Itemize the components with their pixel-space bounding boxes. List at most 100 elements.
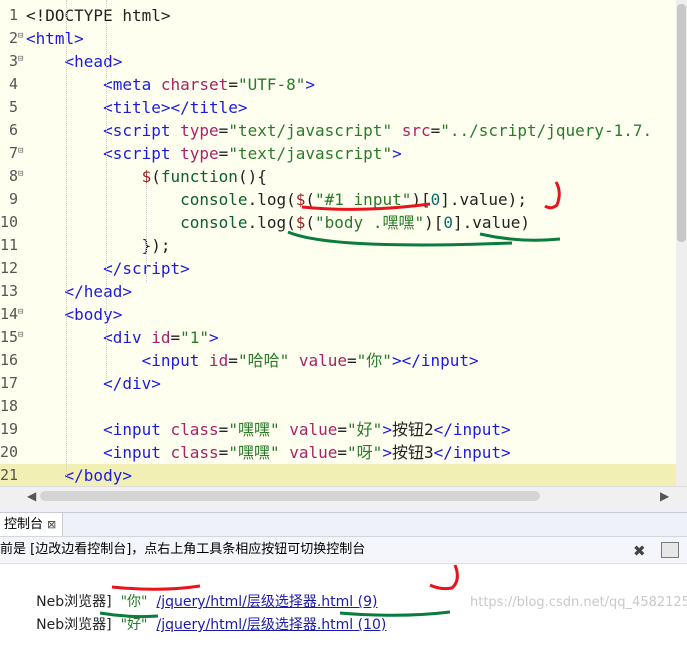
code-line[interactable]: 19 <input class="嘿嘿" value="好">按钮2</inpu…: [0, 418, 676, 441]
code-text: console.log($("body .嘿嘿")[0].value): [180, 213, 531, 232]
code-text: <html>: [26, 29, 84, 48]
code-line[interactable]: 2 ⊟ <html>: [0, 27, 676, 50]
horizontal-scrollbar[interactable]: ◀ ▶: [0, 486, 687, 505]
code-text: <head>: [64, 52, 123, 71]
fold-toggle-icon: [18, 262, 26, 270]
vertical-scrollbar[interactable]: [676, 0, 687, 486]
line-number: 13: [0, 282, 19, 300]
console-info-text: 前是 [边改边看控制台]，点右上角工具条相应按钮可切换控制台: [0, 542, 366, 557]
output-source: Neb浏览器]: [36, 617, 112, 633]
console-info-bar: 前是 [边改边看控制台]，点右上角工具条相应按钮可切换控制台: [0, 537, 687, 564]
code-text: </head>: [64, 282, 132, 301]
line-number: 18: [0, 397, 19, 415]
scroll-right-icon[interactable]: ▶: [660, 489, 669, 503]
fold-toggle-icon: [18, 239, 26, 247]
fold-toggle-icon: [18, 101, 26, 109]
line-number: 10: [0, 213, 19, 231]
code-text: });: [141, 236, 171, 255]
fold-toggle-icon[interactable]: ⊟: [18, 170, 26, 179]
fold-toggle-icon: [18, 216, 26, 224]
code-line[interactable]: 4 <meta charset="UTF-8">: [0, 73, 676, 96]
fold-toggle-icon: [18, 400, 26, 408]
code-line[interactable]: 8 ⊟ $(function(){: [0, 165, 676, 188]
code-line[interactable]: 14 ⊟ <body>: [0, 303, 676, 326]
line-number: 3: [8, 52, 18, 70]
fold-toggle-icon: [18, 354, 26, 362]
fold-toggle-icon: [18, 469, 26, 477]
line-number: 6: [8, 121, 18, 139]
code-line[interactable]: 7 ⊟ <script type="text/javascript">: [0, 142, 676, 165]
code-editor[interactable]: 1 <!DOCTYPE html> 2 ⊟ <html> 3 ⊟ <head> 4 <meta…: [0, 0, 676, 486]
code-text: console.log($("#1 input")[0].value);: [180, 190, 527, 209]
switch-console-icon[interactable]: [661, 542, 679, 558]
watermark: https://blog.csdn.net/qq_45821251: [470, 595, 687, 610]
code-line[interactable]: 13 </head>: [0, 280, 676, 303]
code-line[interactable]: 1 <!DOCTYPE html>: [0, 4, 676, 27]
code-line[interactable]: 16 <input id="哈哈" value="你"></input>: [0, 349, 676, 372]
fold-toggle-icon: [18, 9, 26, 17]
vertical-scroll-thumb[interactable]: [677, 4, 686, 242]
code-text: <body>: [64, 305, 123, 324]
code-text: </div>: [103, 374, 161, 393]
fold-toggle-icon: [18, 446, 26, 454]
horizontal-scroll-thumb[interactable]: [40, 491, 540, 501]
fold-toggle-icon: [18, 78, 26, 86]
code-line[interactable]: 11 });: [0, 234, 676, 257]
code-line[interactable]: 5 <title></title>: [0, 96, 676, 119]
line-number: 21: [0, 466, 19, 484]
line-number: 11: [0, 236, 19, 254]
line-number: 20: [0, 443, 19, 461]
fold-toggle-icon[interactable]: ⊟: [18, 308, 26, 317]
fold-toggle-icon: [18, 377, 26, 385]
console-tabbar: 控制台 ⊠: [0, 513, 687, 537]
line-number: 16: [0, 351, 19, 369]
line-number: 2: [8, 29, 18, 47]
line-number: 14: [0, 305, 19, 323]
code-text: <!DOCTYPE html>: [26, 6, 171, 25]
code-text: <script type="text/javascript" src="../s…: [103, 121, 653, 140]
line-number: 12: [0, 259, 19, 277]
code-line[interactable]: 15 ⊟ <div id="1">: [0, 326, 676, 349]
code-text: </script>: [103, 259, 190, 278]
clear-console-icon[interactable]: ✖: [633, 542, 646, 560]
code-text: <title></title>: [103, 98, 248, 117]
line-number: 9: [8, 190, 18, 208]
output-source-link[interactable]: /jquery/html/层级选择器.html (10): [157, 617, 387, 633]
code-line[interactable]: 17 </div>: [0, 372, 676, 395]
code-text: <div id="1">: [103, 328, 219, 347]
line-number: 17: [0, 374, 19, 392]
code-line[interactable]: 12 </script>: [0, 257, 676, 280]
code-text: <input id="哈哈" value="你"></input>: [141, 351, 479, 370]
code-text: </body>: [64, 466, 132, 485]
fold-toggle-icon[interactable]: ⊟: [18, 55, 26, 64]
code-line[interactable]: 20 <input class="嘿嘿" value="呀">按钮3</inpu…: [0, 441, 676, 464]
code-line[interactable]: 3 ⊟ <head>: [0, 50, 676, 73]
fold-toggle-icon: [18, 124, 26, 132]
output-value: "好": [120, 617, 148, 633]
line-number: 19: [0, 420, 19, 438]
fold-toggle-icon: [18, 423, 26, 431]
console-output-line: Neb浏览器] "你" /jquery/html/层级选择器.html (9): [0, 567, 377, 610]
fold-toggle-icon[interactable]: ⊟: [18, 331, 26, 340]
code-text: <input class="嘿嘿" value="呀">按钮3</input>: [103, 443, 511, 462]
code-text: <script type="text/javascript">: [103, 144, 402, 163]
fold-toggle-icon: [18, 285, 26, 293]
code-text: <input class="嘿嘿" value="好">按钮2</input>: [103, 420, 511, 439]
tab-close-icon[interactable]: ⊠: [47, 518, 56, 531]
code-text: <meta charset="UTF-8">: [103, 75, 316, 94]
line-number: 15: [0, 328, 19, 346]
line-number: 5: [8, 98, 18, 116]
code-line[interactable]: 18: [0, 395, 676, 418]
console-output-line: Neb浏览器] "好" /jquery/html/层级选择器.html (10): [0, 590, 386, 633]
code-line[interactable]: 6 <script type="text/javascript" src="..…: [0, 119, 676, 142]
fold-toggle-icon: [18, 193, 26, 201]
line-number: 8: [8, 167, 18, 185]
panel-splitter[interactable]: [0, 505, 687, 512]
fold-toggle-icon[interactable]: ⊟: [18, 147, 26, 156]
tab-console[interactable]: 控制台 ⊠: [0, 513, 64, 536]
fold-toggle-icon[interactable]: ⊟: [18, 32, 26, 41]
scroll-left-icon[interactable]: ◀: [27, 489, 36, 503]
code-line[interactable]: 10 console.log($("body .嘿嘿")[0].value): [0, 211, 676, 234]
code-line[interactable]: 9 console.log($("#1 input")[0].value);: [0, 188, 676, 211]
code-line[interactable]: 21 </body>: [0, 464, 676, 486]
